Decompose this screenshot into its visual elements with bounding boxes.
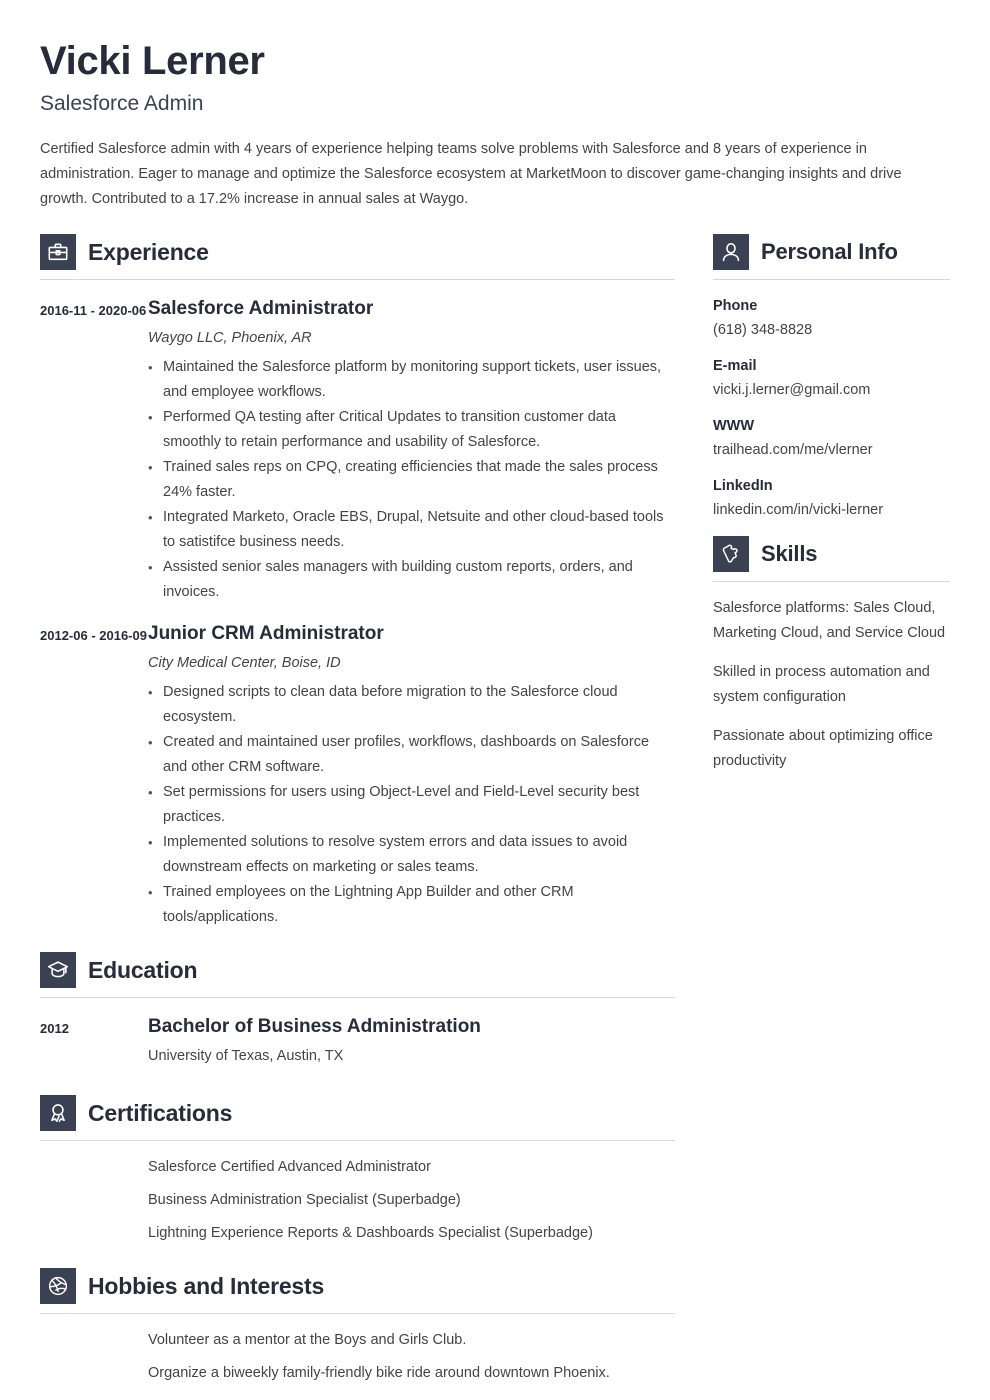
experience-entry-title: Junior CRM Administrator bbox=[148, 623, 384, 645]
section-header-skills: Skills bbox=[713, 536, 950, 583]
bullet-item: Maintained the Salesforce platform by mo… bbox=[148, 355, 675, 405]
list-item: Lightning Experience Reports & Dashboard… bbox=[40, 1221, 675, 1254]
bullet-item: Trained employees on the Lightning App B… bbox=[148, 880, 675, 930]
graduation-cap-icon bbox=[40, 952, 76, 989]
bullet-item: Set permissions for users using Object-L… bbox=[148, 780, 675, 830]
skills-list: Salesforce platforms: Sales Cloud, Marke… bbox=[713, 582, 950, 774]
personal-info-value-www[interactable]: trailhead.com/me/vlerner bbox=[713, 440, 950, 462]
list-item: Business Administration Specialist (Supe… bbox=[40, 1188, 675, 1221]
list-item: Volunteer as a mentor at the Boys and Gi… bbox=[40, 1328, 675, 1361]
section-certifications: Certifications Salesforce Certified Adva… bbox=[40, 1095, 675, 1254]
puzzle-piece-icon bbox=[713, 536, 749, 573]
section-hobbies: Hobbies and Interests Volunteer as a men… bbox=[40, 1268, 675, 1394]
personal-info-value-linkedin[interactable]: linkedin.com/in/vicki-lerner bbox=[713, 500, 950, 522]
section-education: Education 2012 Bachelor of Business Admi… bbox=[40, 952, 675, 1073]
section-title-experience: Experience bbox=[88, 238, 209, 265]
hobby-text: Organize a biweekly family-friendly bike… bbox=[148, 1365, 610, 1382]
section-skills: Skills Salesforce platforms: Sales Cloud… bbox=[713, 536, 950, 774]
personal-info-fields: Phone (618) 348-8828 E-mail vicki.j.lern… bbox=[713, 280, 950, 521]
hobby-text: Volunteer as a mentor at the Boys and Gi… bbox=[148, 1332, 467, 1349]
section-experience: Experience 2016-11 - 2020-06 Salesforce … bbox=[40, 234, 675, 930]
bullet-item: Integrated Marketo, Oracle EBS, Drupal, … bbox=[148, 505, 675, 555]
personal-info-label-email: E-mail bbox=[713, 358, 757, 375]
experience-entry-date: 2012-06 - 2016-09 bbox=[40, 628, 147, 644]
experience-entry-date: 2016-11 - 2020-06 bbox=[40, 303, 147, 319]
dribbble-ball-icon bbox=[40, 1268, 76, 1305]
experience-entry: 2012-06 - 2016-09 Junior CRM Administrat… bbox=[40, 605, 675, 930]
section-header-certifications: Certifications bbox=[40, 1095, 675, 1142]
main-column: Experience 2016-11 - 2020-06 Salesforce … bbox=[40, 234, 675, 1394]
section-header-experience: Experience bbox=[40, 234, 675, 281]
bullet-item: Performed QA testing after Critical Upda… bbox=[148, 405, 675, 455]
certification-text: Lightning Experience Reports & Dashboard… bbox=[148, 1225, 593, 1242]
personal-info-label-linkedin: LinkedIn bbox=[713, 478, 773, 495]
candidate-name: Vicki Lerner bbox=[40, 39, 265, 83]
award-ribbon-icon bbox=[40, 1095, 76, 1132]
education-entry: 2012 Bachelor of Business Administration… bbox=[40, 998, 675, 1073]
sidebar-column: Personal Info Phone (618) 348-8828 E-mai… bbox=[713, 234, 950, 788]
skill-item: Skilled in process automation and system… bbox=[713, 664, 930, 706]
education-entry-degree: Bachelor of Business Administration bbox=[148, 1016, 481, 1038]
section-title-hobbies: Hobbies and Interests bbox=[88, 1272, 325, 1299]
experience-entry-company: City Medical Center, Boise, ID bbox=[148, 655, 341, 672]
experience-entry-bullets: Designed scripts to clean data before mi… bbox=[148, 680, 675, 930]
certifications-list: Salesforce Certified Advanced Administra… bbox=[40, 1141, 675, 1254]
experience-entry-title: Salesforce Administrator bbox=[148, 298, 374, 320]
bullet-item: Implemented solutions to resolve system … bbox=[148, 830, 675, 880]
list-item: Organize a biweekly family-friendly bike… bbox=[40, 1361, 675, 1394]
personal-info-value-phone[interactable]: (618) 348-8828 bbox=[713, 320, 950, 342]
personal-info-label-phone: Phone bbox=[713, 298, 758, 315]
bullet-item: Created and maintained user profiles, wo… bbox=[148, 730, 675, 780]
skill-item: Passionate about optimizing office produ… bbox=[713, 728, 933, 770]
list-item: Salesforce Certified Advanced Administra… bbox=[40, 1155, 675, 1188]
section-title-education: Education bbox=[88, 956, 198, 983]
experience-entry-company: Waygo LLC, Phoenix, AR bbox=[148, 330, 312, 347]
certification-text: Salesforce Certified Advanced Administra… bbox=[148, 1159, 431, 1176]
certification-text: Business Administration Specialist (Supe… bbox=[148, 1192, 461, 1209]
user-icon bbox=[713, 234, 749, 271]
section-header-education: Education bbox=[40, 952, 675, 999]
resume-page: Vicki Lerner Salesforce Admin Certified … bbox=[0, 0, 990, 1400]
bullet-item: Designed scripts to clean data before mi… bbox=[148, 680, 675, 730]
education-entry-date: 2012 bbox=[40, 1021, 69, 1037]
section-title-certifications: Certifications bbox=[88, 1099, 233, 1126]
resume-header: Vicki Lerner Salesforce Admin Certified … bbox=[40, 38, 950, 212]
experience-entry: 2016-11 - 2020-06 Salesforce Administrat… bbox=[40, 280, 675, 605]
experience-entry-bullets: Maintained the Salesforce platform by mo… bbox=[148, 355, 675, 605]
candidate-job-title: Salesforce Admin bbox=[40, 92, 204, 115]
education-entry-school: University of Texas, Austin, TX bbox=[148, 1048, 344, 1065]
section-title-personal-info: Personal Info bbox=[761, 239, 898, 265]
section-title-skills: Skills bbox=[761, 541, 818, 567]
briefcase-icon bbox=[40, 234, 76, 271]
skill-item: Salesforce platforms: Sales Cloud, Marke… bbox=[713, 600, 946, 642]
section-header-hobbies: Hobbies and Interests bbox=[40, 1268, 675, 1315]
bullet-item: Trained sales reps on CPQ, creating effi… bbox=[148, 455, 675, 505]
professional-summary: Certified Salesforce admin with 4 years … bbox=[40, 141, 902, 208]
bullet-item: Assisted senior sales managers with buil… bbox=[148, 555, 675, 605]
section-personal-info: Personal Info Phone (618) 348-8828 E-mai… bbox=[713, 234, 950, 521]
personal-info-label-www: WWW bbox=[713, 418, 755, 435]
personal-info-value-email[interactable]: vicki.j.lerner@gmail.com bbox=[713, 380, 950, 402]
resume-columns: Experience 2016-11 - 2020-06 Salesforce … bbox=[40, 234, 950, 1394]
hobbies-list: Volunteer as a mentor at the Boys and Gi… bbox=[40, 1314, 675, 1394]
section-header-personal-info: Personal Info bbox=[713, 234, 950, 281]
